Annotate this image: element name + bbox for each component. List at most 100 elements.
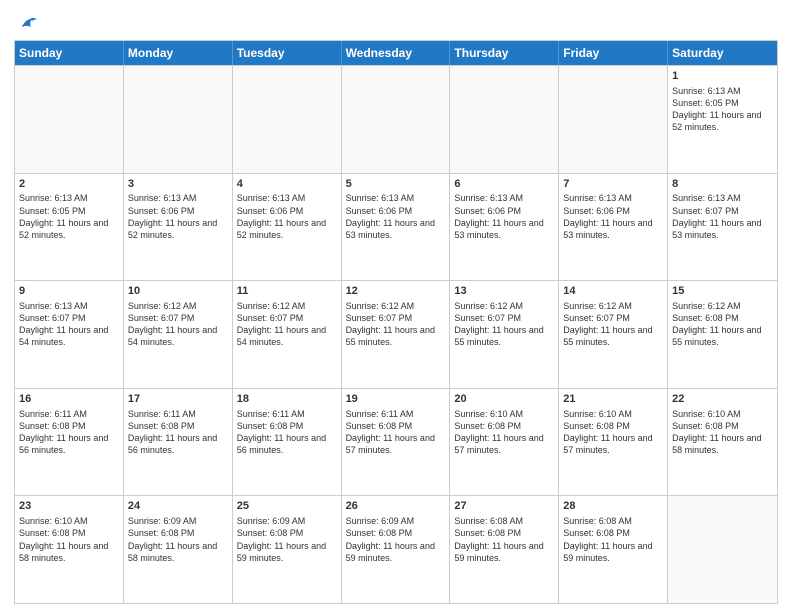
cell-info: Sunrise: 6:10 AM Sunset: 6:08 PM Dayligh… xyxy=(563,408,663,457)
calendar-cell xyxy=(559,66,668,173)
week-row-2: 2Sunrise: 6:13 AM Sunset: 6:05 PM Daylig… xyxy=(15,173,777,281)
header-day-monday: Monday xyxy=(124,41,233,65)
cell-info: Sunrise: 6:13 AM Sunset: 6:06 PM Dayligh… xyxy=(454,192,554,241)
day-number: 5 xyxy=(346,177,446,192)
cell-info: Sunrise: 6:13 AM Sunset: 6:05 PM Dayligh… xyxy=(672,85,773,134)
cell-info: Sunrise: 6:10 AM Sunset: 6:08 PM Dayligh… xyxy=(19,515,119,564)
calendar-cell: 11Sunrise: 6:12 AM Sunset: 6:07 PM Dayli… xyxy=(233,281,342,388)
day-number: 21 xyxy=(563,392,663,407)
calendar-cell: 10Sunrise: 6:12 AM Sunset: 6:07 PM Dayli… xyxy=(124,281,233,388)
calendar-cell: 14Sunrise: 6:12 AM Sunset: 6:07 PM Dayli… xyxy=(559,281,668,388)
day-number: 20 xyxy=(454,392,554,407)
calendar-cell: 22Sunrise: 6:10 AM Sunset: 6:08 PM Dayli… xyxy=(668,389,777,496)
calendar-cell: 16Sunrise: 6:11 AM Sunset: 6:08 PM Dayli… xyxy=(15,389,124,496)
day-number: 10 xyxy=(128,284,228,299)
page: SundayMondayTuesdayWednesdayThursdayFrid… xyxy=(0,0,792,612)
logo xyxy=(14,14,38,36)
cell-info: Sunrise: 6:12 AM Sunset: 6:08 PM Dayligh… xyxy=(672,300,773,349)
day-number: 24 xyxy=(128,499,228,514)
calendar-cell: 28Sunrise: 6:08 AM Sunset: 6:08 PM Dayli… xyxy=(559,496,668,603)
calendar: SundayMondayTuesdayWednesdayThursdayFrid… xyxy=(14,40,778,604)
day-number: 17 xyxy=(128,392,228,407)
header-day-saturday: Saturday xyxy=(668,41,777,65)
cell-info: Sunrise: 6:11 AM Sunset: 6:08 PM Dayligh… xyxy=(19,408,119,457)
calendar-cell xyxy=(342,66,451,173)
calendar-cell: 23Sunrise: 6:10 AM Sunset: 6:08 PM Dayli… xyxy=(15,496,124,603)
calendar-cell: 17Sunrise: 6:11 AM Sunset: 6:08 PM Dayli… xyxy=(124,389,233,496)
cell-info: Sunrise: 6:11 AM Sunset: 6:08 PM Dayligh… xyxy=(346,408,446,457)
cell-info: Sunrise: 6:11 AM Sunset: 6:08 PM Dayligh… xyxy=(237,408,337,457)
cell-info: Sunrise: 6:08 AM Sunset: 6:08 PM Dayligh… xyxy=(563,515,663,564)
cell-info: Sunrise: 6:12 AM Sunset: 6:07 PM Dayligh… xyxy=(454,300,554,349)
day-number: 16 xyxy=(19,392,119,407)
calendar-cell: 20Sunrise: 6:10 AM Sunset: 6:08 PM Dayli… xyxy=(450,389,559,496)
cell-info: Sunrise: 6:09 AM Sunset: 6:08 PM Dayligh… xyxy=(346,515,446,564)
calendar-cell: 1Sunrise: 6:13 AM Sunset: 6:05 PM Daylig… xyxy=(668,66,777,173)
week-row-1: 1Sunrise: 6:13 AM Sunset: 6:05 PM Daylig… xyxy=(15,65,777,173)
day-number: 4 xyxy=(237,177,337,192)
calendar-cell: 5Sunrise: 6:13 AM Sunset: 6:06 PM Daylig… xyxy=(342,174,451,281)
day-number: 12 xyxy=(346,284,446,299)
calendar-cell: 13Sunrise: 6:12 AM Sunset: 6:07 PM Dayli… xyxy=(450,281,559,388)
calendar-header: SundayMondayTuesdayWednesdayThursdayFrid… xyxy=(15,41,777,65)
calendar-cell: 18Sunrise: 6:11 AM Sunset: 6:08 PM Dayli… xyxy=(233,389,342,496)
calendar-cell: 6Sunrise: 6:13 AM Sunset: 6:06 PM Daylig… xyxy=(450,174,559,281)
header-day-tuesday: Tuesday xyxy=(233,41,342,65)
day-number: 28 xyxy=(563,499,663,514)
day-number: 23 xyxy=(19,499,119,514)
week-row-3: 9Sunrise: 6:13 AM Sunset: 6:07 PM Daylig… xyxy=(15,280,777,388)
calendar-cell: 27Sunrise: 6:08 AM Sunset: 6:08 PM Dayli… xyxy=(450,496,559,603)
day-number: 26 xyxy=(346,499,446,514)
cell-info: Sunrise: 6:13 AM Sunset: 6:06 PM Dayligh… xyxy=(128,192,228,241)
calendar-cell xyxy=(124,66,233,173)
cell-info: Sunrise: 6:09 AM Sunset: 6:08 PM Dayligh… xyxy=(237,515,337,564)
calendar-cell: 2Sunrise: 6:13 AM Sunset: 6:05 PM Daylig… xyxy=(15,174,124,281)
day-number: 18 xyxy=(237,392,337,407)
day-number: 9 xyxy=(19,284,119,299)
calendar-cell: 24Sunrise: 6:09 AM Sunset: 6:08 PM Dayli… xyxy=(124,496,233,603)
calendar-cell: 21Sunrise: 6:10 AM Sunset: 6:08 PM Dayli… xyxy=(559,389,668,496)
calendar-cell: 9Sunrise: 6:13 AM Sunset: 6:07 PM Daylig… xyxy=(15,281,124,388)
calendar-cell: 7Sunrise: 6:13 AM Sunset: 6:06 PM Daylig… xyxy=(559,174,668,281)
cell-info: Sunrise: 6:12 AM Sunset: 6:07 PM Dayligh… xyxy=(237,300,337,349)
cell-info: Sunrise: 6:13 AM Sunset: 6:07 PM Dayligh… xyxy=(672,192,773,241)
header xyxy=(14,10,778,36)
header-day-thursday: Thursday xyxy=(450,41,559,65)
cell-info: Sunrise: 6:13 AM Sunset: 6:06 PM Dayligh… xyxy=(346,192,446,241)
cell-info: Sunrise: 6:11 AM Sunset: 6:08 PM Dayligh… xyxy=(128,408,228,457)
calendar-cell: 15Sunrise: 6:12 AM Sunset: 6:08 PM Dayli… xyxy=(668,281,777,388)
cell-info: Sunrise: 6:10 AM Sunset: 6:08 PM Dayligh… xyxy=(672,408,773,457)
calendar-cell: 25Sunrise: 6:09 AM Sunset: 6:08 PM Dayli… xyxy=(233,496,342,603)
day-number: 8 xyxy=(672,177,773,192)
week-row-5: 23Sunrise: 6:10 AM Sunset: 6:08 PM Dayli… xyxy=(15,495,777,603)
calendar-cell: 3Sunrise: 6:13 AM Sunset: 6:06 PM Daylig… xyxy=(124,174,233,281)
calendar-cell xyxy=(450,66,559,173)
day-number: 19 xyxy=(346,392,446,407)
cell-info: Sunrise: 6:12 AM Sunset: 6:07 PM Dayligh… xyxy=(346,300,446,349)
day-number: 14 xyxy=(563,284,663,299)
cell-info: Sunrise: 6:08 AM Sunset: 6:08 PM Dayligh… xyxy=(454,515,554,564)
logo-bird-icon xyxy=(16,14,38,36)
cell-info: Sunrise: 6:12 AM Sunset: 6:07 PM Dayligh… xyxy=(128,300,228,349)
header-day-wednesday: Wednesday xyxy=(342,41,451,65)
day-number: 3 xyxy=(128,177,228,192)
calendar-body: 1Sunrise: 6:13 AM Sunset: 6:05 PM Daylig… xyxy=(15,65,777,603)
week-row-4: 16Sunrise: 6:11 AM Sunset: 6:08 PM Dayli… xyxy=(15,388,777,496)
calendar-cell: 8Sunrise: 6:13 AM Sunset: 6:07 PM Daylig… xyxy=(668,174,777,281)
header-day-sunday: Sunday xyxy=(15,41,124,65)
cell-info: Sunrise: 6:13 AM Sunset: 6:07 PM Dayligh… xyxy=(19,300,119,349)
cell-info: Sunrise: 6:12 AM Sunset: 6:07 PM Dayligh… xyxy=(563,300,663,349)
cell-info: Sunrise: 6:09 AM Sunset: 6:08 PM Dayligh… xyxy=(128,515,228,564)
day-number: 13 xyxy=(454,284,554,299)
calendar-cell: 4Sunrise: 6:13 AM Sunset: 6:06 PM Daylig… xyxy=(233,174,342,281)
calendar-cell xyxy=(233,66,342,173)
day-number: 15 xyxy=(672,284,773,299)
day-number: 1 xyxy=(672,69,773,84)
day-number: 11 xyxy=(237,284,337,299)
calendar-cell xyxy=(668,496,777,603)
cell-info: Sunrise: 6:13 AM Sunset: 6:05 PM Dayligh… xyxy=(19,192,119,241)
calendar-cell: 19Sunrise: 6:11 AM Sunset: 6:08 PM Dayli… xyxy=(342,389,451,496)
cell-info: Sunrise: 6:10 AM Sunset: 6:08 PM Dayligh… xyxy=(454,408,554,457)
day-number: 25 xyxy=(237,499,337,514)
header-day-friday: Friday xyxy=(559,41,668,65)
